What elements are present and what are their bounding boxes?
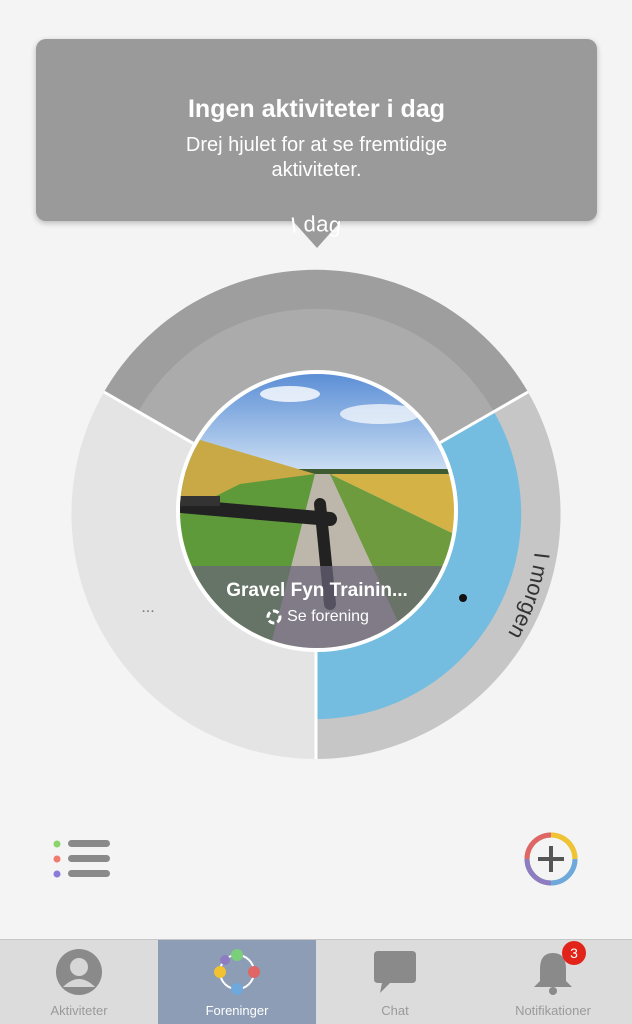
svg-text:I dag: I dag bbox=[289, 211, 342, 238]
nav-label-notifikationer: Notifikationer bbox=[515, 1003, 591, 1018]
bottom-navigation: Aktiviteter Foreninger Chat 3 Notifikati… bbox=[0, 939, 632, 1024]
segment-label-more: ... bbox=[141, 599, 154, 616]
wheel-position-dot bbox=[459, 594, 467, 602]
add-icon bbox=[524, 832, 578, 886]
see-club-link[interactable]: Se forening bbox=[180, 608, 454, 626]
nav-label-chat: Chat bbox=[381, 1003, 409, 1018]
person-icon bbox=[56, 949, 102, 995]
add-button[interactable] bbox=[521, 829, 581, 889]
notification-badge: 3 bbox=[562, 941, 586, 965]
segment-label-today: I dag bbox=[289, 211, 342, 238]
chat-bubble-icon bbox=[374, 951, 416, 993]
nav-item-chat[interactable]: Chat bbox=[316, 940, 474, 1024]
nav-item-foreninger[interactable]: Foreninger bbox=[158, 940, 316, 1024]
see-club-label: Se forening bbox=[287, 608, 369, 625]
club-ring-icon bbox=[266, 609, 282, 625]
club-ring-icon bbox=[214, 949, 260, 995]
club-name: Gravel Fyn Trainin... bbox=[226, 580, 408, 601]
nav-label-aktiviteter: Aktiviteter bbox=[50, 1003, 108, 1018]
nav-label-foreninger: Foreninger bbox=[205, 1003, 269, 1018]
nav-item-aktiviteter[interactable]: Aktiviteter bbox=[0, 940, 158, 1024]
list-view-button[interactable] bbox=[50, 836, 114, 884]
list-icon bbox=[53, 840, 110, 878]
club-caption: Gravel Fyn Trainin... Se forening bbox=[180, 566, 454, 648]
club-photo[interactable]: Gravel Fyn Trainin... Se forening bbox=[180, 374, 454, 648]
nav-item-notifikationer[interactable]: 3 Notifikationer bbox=[474, 940, 632, 1024]
